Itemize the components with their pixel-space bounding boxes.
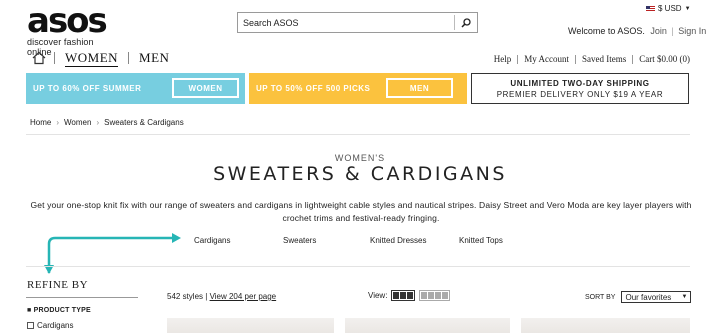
account-welcome: Welcome to ASOS. Join | Sign In <box>568 26 706 36</box>
cart-link[interactable]: Cart $0.00 (0) <box>639 54 690 64</box>
refine-heading: REFINE BY <box>27 279 89 291</box>
search-input[interactable] <box>238 13 454 32</box>
currency-label: $ USD <box>658 4 682 13</box>
product-type-filter[interactable]: ■ PRODUCT TYPE <box>27 307 91 314</box>
banner-text: UP TO 60% OFF SUMMER <box>33 84 142 93</box>
men-sale-banner[interactable]: UP TO 50% OFF 500 PICKS MEN <box>249 73 467 104</box>
women-sale-banner[interactable]: UP TO 60% OFF SUMMER WOMEN <box>26 73 245 104</box>
home-icon[interactable] <box>32 51 46 65</box>
view-toggle: View: <box>368 290 451 301</box>
category-sweaters[interactable]: Sweaters <box>283 236 316 245</box>
category-cardigans[interactable]: Cardigans <box>194 236 230 245</box>
sort-select[interactable]: Our favorites ▼ <box>621 291 692 303</box>
tab-women[interactable]: WOMEN <box>65 50 119 67</box>
chevron-down-icon: ▼ <box>684 5 691 12</box>
breadcrumb-current: Sweaters & Cardigans <box>104 118 184 127</box>
divider <box>517 54 519 64</box>
shipping-headline: UNLIMITED TWO-DAY SHIPPING <box>510 78 650 88</box>
checkbox[interactable] <box>27 322 34 329</box>
breadcrumb-women[interactable]: Women <box>64 118 91 127</box>
chevron-right-icon: › <box>96 118 100 127</box>
grid-4-view-icon[interactable] <box>419 290 451 301</box>
expand-icon: ■ <box>27 307 34 314</box>
sort-control: SORT BY Our favorites ▼ <box>585 291 692 303</box>
join-link[interactable]: Join <box>650 26 667 36</box>
breadcrumb: Home › Women › Sweaters & Cardigans <box>30 118 184 127</box>
category-knitted-dresses[interactable]: Knitted Dresses <box>370 236 426 245</box>
tab-men[interactable]: MEN <box>139 50 169 66</box>
divider <box>632 54 634 64</box>
view-label: View: <box>368 291 388 300</box>
divider <box>26 266 690 267</box>
men-shop-button[interactable]: MEN <box>386 78 453 98</box>
chevron-down-icon: ▼ <box>681 294 688 300</box>
saved-items-link[interactable]: Saved Items <box>582 54 626 64</box>
filter-option-cardigans[interactable]: Cardigans <box>27 321 73 330</box>
nav-divider <box>128 52 130 64</box>
view-per-page-link[interactable]: View 204 per page <box>210 292 277 301</box>
divider <box>575 54 576 64</box>
page-description: Get your one-stop knit fix with our rang… <box>30 200 692 223</box>
search-button[interactable] <box>455 13 477 32</box>
sign-in-link[interactable]: Sign In <box>678 26 706 36</box>
divider <box>26 134 690 135</box>
filter-option-label: Cardigans <box>37 321 74 330</box>
divider: | <box>671 26 674 36</box>
nav-divider <box>54 52 55 64</box>
product-thumbnail[interactable] <box>167 318 334 333</box>
my-account-link[interactable]: My Account <box>524 54 569 64</box>
page-title: SWEATERS & CARDIGANS <box>213 163 507 185</box>
sort-label: SORT BY <box>585 293 616 301</box>
results-count: 542 styles | View 204 per page <box>167 292 276 301</box>
shipping-banner[interactable]: UNLIMITED TWO-DAY SHIPPING PREMIER DELIV… <box>471 73 689 104</box>
breadcrumb-home[interactable]: Home <box>30 118 51 127</box>
currency-selector[interactable]: $ USD ▼ <box>646 4 691 13</box>
shipping-subline: PREMIER DELIVERY ONLY $19 A YEAR <box>496 89 664 99</box>
category-knitted-tops[interactable]: Knitted Tops <box>459 236 503 245</box>
product-thumbnail[interactable] <box>521 318 690 333</box>
logo-wordmark: asos <box>27 1 108 41</box>
banner-text: UP TO 50% OFF 500 PICKS <box>256 84 371 93</box>
welcome-text: Welcome to ASOS. <box>568 26 645 36</box>
us-flag-icon <box>646 5 655 12</box>
women-shop-button[interactable]: WOMEN <box>172 78 239 98</box>
page-subtitle: WOMEN'S <box>334 153 386 163</box>
divider <box>26 297 138 298</box>
styles-count: 542 styles <box>167 292 204 301</box>
filter-label: PRODUCT TYPE <box>33 307 91 314</box>
utility-links: Help My Account Saved Items Cart $0.00 (… <box>494 54 690 64</box>
grid-3-view-icon[interactable] <box>391 290 416 301</box>
annotation-arrow-icon <box>44 233 181 274</box>
gender-nav: WOMEN MEN <box>32 50 169 67</box>
help-link[interactable]: Help <box>494 54 512 64</box>
search-bar <box>237 12 478 33</box>
search-icon <box>461 17 471 28</box>
chevron-right-icon: › <box>56 118 60 127</box>
sort-value: Our favorites <box>625 292 672 302</box>
product-thumbnail[interactable] <box>345 318 510 333</box>
